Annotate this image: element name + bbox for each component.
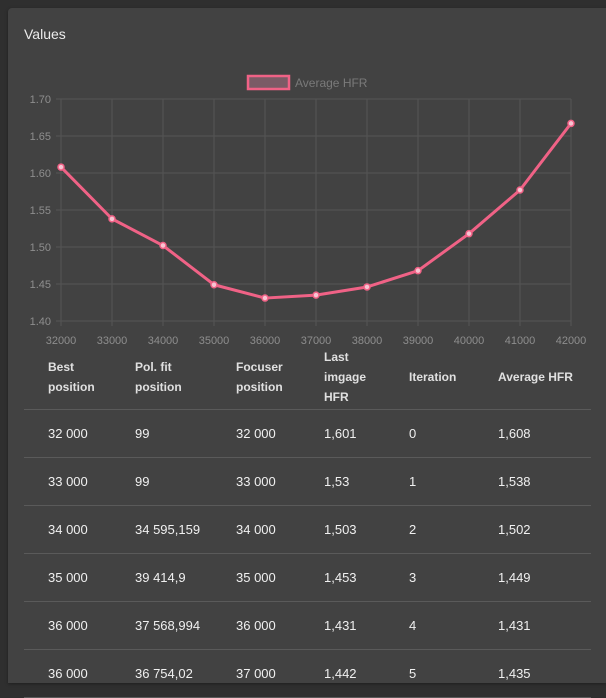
table-row[interactable]: 35 000 39 414,9 35 000 1,453 3 1,449 (24, 553, 591, 602)
cell-last-image-hfr: 1,431 (300, 601, 385, 650)
table-row[interactable]: 36 000 37 568,994 36 000 1,431 4 1,431 (24, 601, 591, 650)
col-best-position[interactable]: Best position (24, 345, 111, 410)
focus-points-table: Best position Pol. fit position Focuser … (24, 345, 591, 698)
data-point[interactable] (108, 215, 116, 223)
table-header-row: Best position Pol. fit position Focuser … (24, 345, 591, 410)
cell-best-position: 33 000 (24, 457, 111, 506)
cell-iteration: 5 (385, 649, 474, 698)
cell-focuser-position: 36 000 (212, 601, 300, 650)
hfr-line-chart: Average HFR 1.40 1.45 1.50 1.55 1.60 1.65 1.70… (30, 74, 586, 347)
data-point[interactable] (57, 163, 65, 171)
data-point[interactable] (567, 119, 575, 128)
chart-legend[interactable]: Average HFR (246, 74, 368, 91)
col-average-hfr[interactable]: Average HFR (474, 345, 591, 410)
cell-last-image-hfr: 1,442 (300, 649, 385, 698)
data-point[interactable] (261, 294, 269, 302)
cell-iteration: 1 (385, 457, 474, 506)
cell-iteration: 4 (385, 601, 474, 650)
data-point[interactable] (159, 241, 167, 250)
y-tick-label: 1.65 (30, 131, 51, 143)
cell-pol-fit-position: 99 (111, 457, 212, 506)
table-row[interactable]: 36 000 36 754,02 37 000 1,442 5 1,435 (24, 649, 591, 698)
cell-average-hfr: 1,608 (474, 409, 591, 458)
y-tick-label: 1.50 (30, 242, 51, 254)
cell-focuser-position: 33 000 (212, 457, 300, 506)
cell-average-hfr: 1,431 (474, 601, 591, 650)
cell-focuser-position: 32 000 (212, 409, 300, 458)
values-panel: Values Average HFR 1.40 1.45 1.50 1.55 1.60 1… (8, 8, 606, 698)
data-point[interactable] (363, 283, 371, 291)
cell-pol-fit-position: 99 (111, 409, 212, 458)
table-row[interactable]: 32 000 99 32 000 1,601 0 1,608 (24, 409, 591, 458)
cell-best-position: 32 000 (24, 409, 111, 458)
col-focuser-position[interactable]: Focuser position (212, 345, 300, 410)
cell-focuser-position: 34 000 (212, 505, 300, 554)
cell-pol-fit-position: 36 754,02 (111, 649, 212, 698)
col-last-image-hfr[interactable]: Last imgage HFR (300, 345, 385, 410)
y-tick-label: 1.60 (30, 168, 51, 180)
cell-pol-fit-position: 34 595,159 (111, 505, 212, 554)
legend-label[interactable]: Average HFR (295, 76, 368, 90)
cell-pol-fit-position: 39 414,9 (111, 553, 212, 602)
cell-pol-fit-position: 37 568,994 (111, 601, 212, 650)
cell-last-image-hfr: 1,601 (300, 409, 385, 458)
cell-last-image-hfr: 1,503 (300, 505, 385, 554)
y-tick-label: 1.70 (30, 94, 51, 106)
col-iteration[interactable]: Iteration (385, 345, 474, 410)
table-row[interactable]: 33 000 99 33 000 1,53 1 1,538 (24, 457, 591, 506)
cell-best-position: 36 000 (24, 649, 111, 698)
cell-best-position: 36 000 (24, 601, 111, 650)
cell-average-hfr: 1,435 (474, 649, 591, 698)
cell-focuser-position: 35 000 (212, 553, 300, 602)
cell-best-position: 35 000 (24, 553, 111, 602)
data-point[interactable] (465, 229, 473, 238)
legend-swatch[interactable] (246, 74, 291, 91)
cell-last-image-hfr: 1,53 (300, 457, 385, 506)
cell-iteration: 3 (385, 553, 474, 602)
cell-last-image-hfr: 1,453 (300, 553, 385, 602)
table-row[interactable]: 34 000 34 595,159 34 000 1,503 2 1,502 (24, 505, 591, 554)
y-tick-label: 1.40 (30, 316, 51, 328)
cell-iteration: 0 (385, 409, 474, 458)
data-point[interactable] (210, 280, 218, 289)
data-point[interactable] (516, 186, 524, 194)
y-tick-label: 1.55 (30, 205, 51, 217)
cell-average-hfr: 1,449 (474, 553, 591, 602)
cell-average-hfr: 1,538 (474, 457, 591, 506)
y-tick-label: 1.45 (30, 279, 51, 291)
data-point[interactable] (414, 266, 422, 275)
data-point[interactable] (312, 291, 320, 299)
cell-iteration: 2 (385, 505, 474, 554)
panel-title: Values (24, 26, 66, 42)
cell-average-hfr: 1,502 (474, 505, 591, 554)
col-pol-fit-position[interactable]: Pol. fit position (111, 345, 212, 410)
cell-focuser-position: 37 000 (212, 649, 300, 698)
cell-best-position: 34 000 (24, 505, 111, 554)
